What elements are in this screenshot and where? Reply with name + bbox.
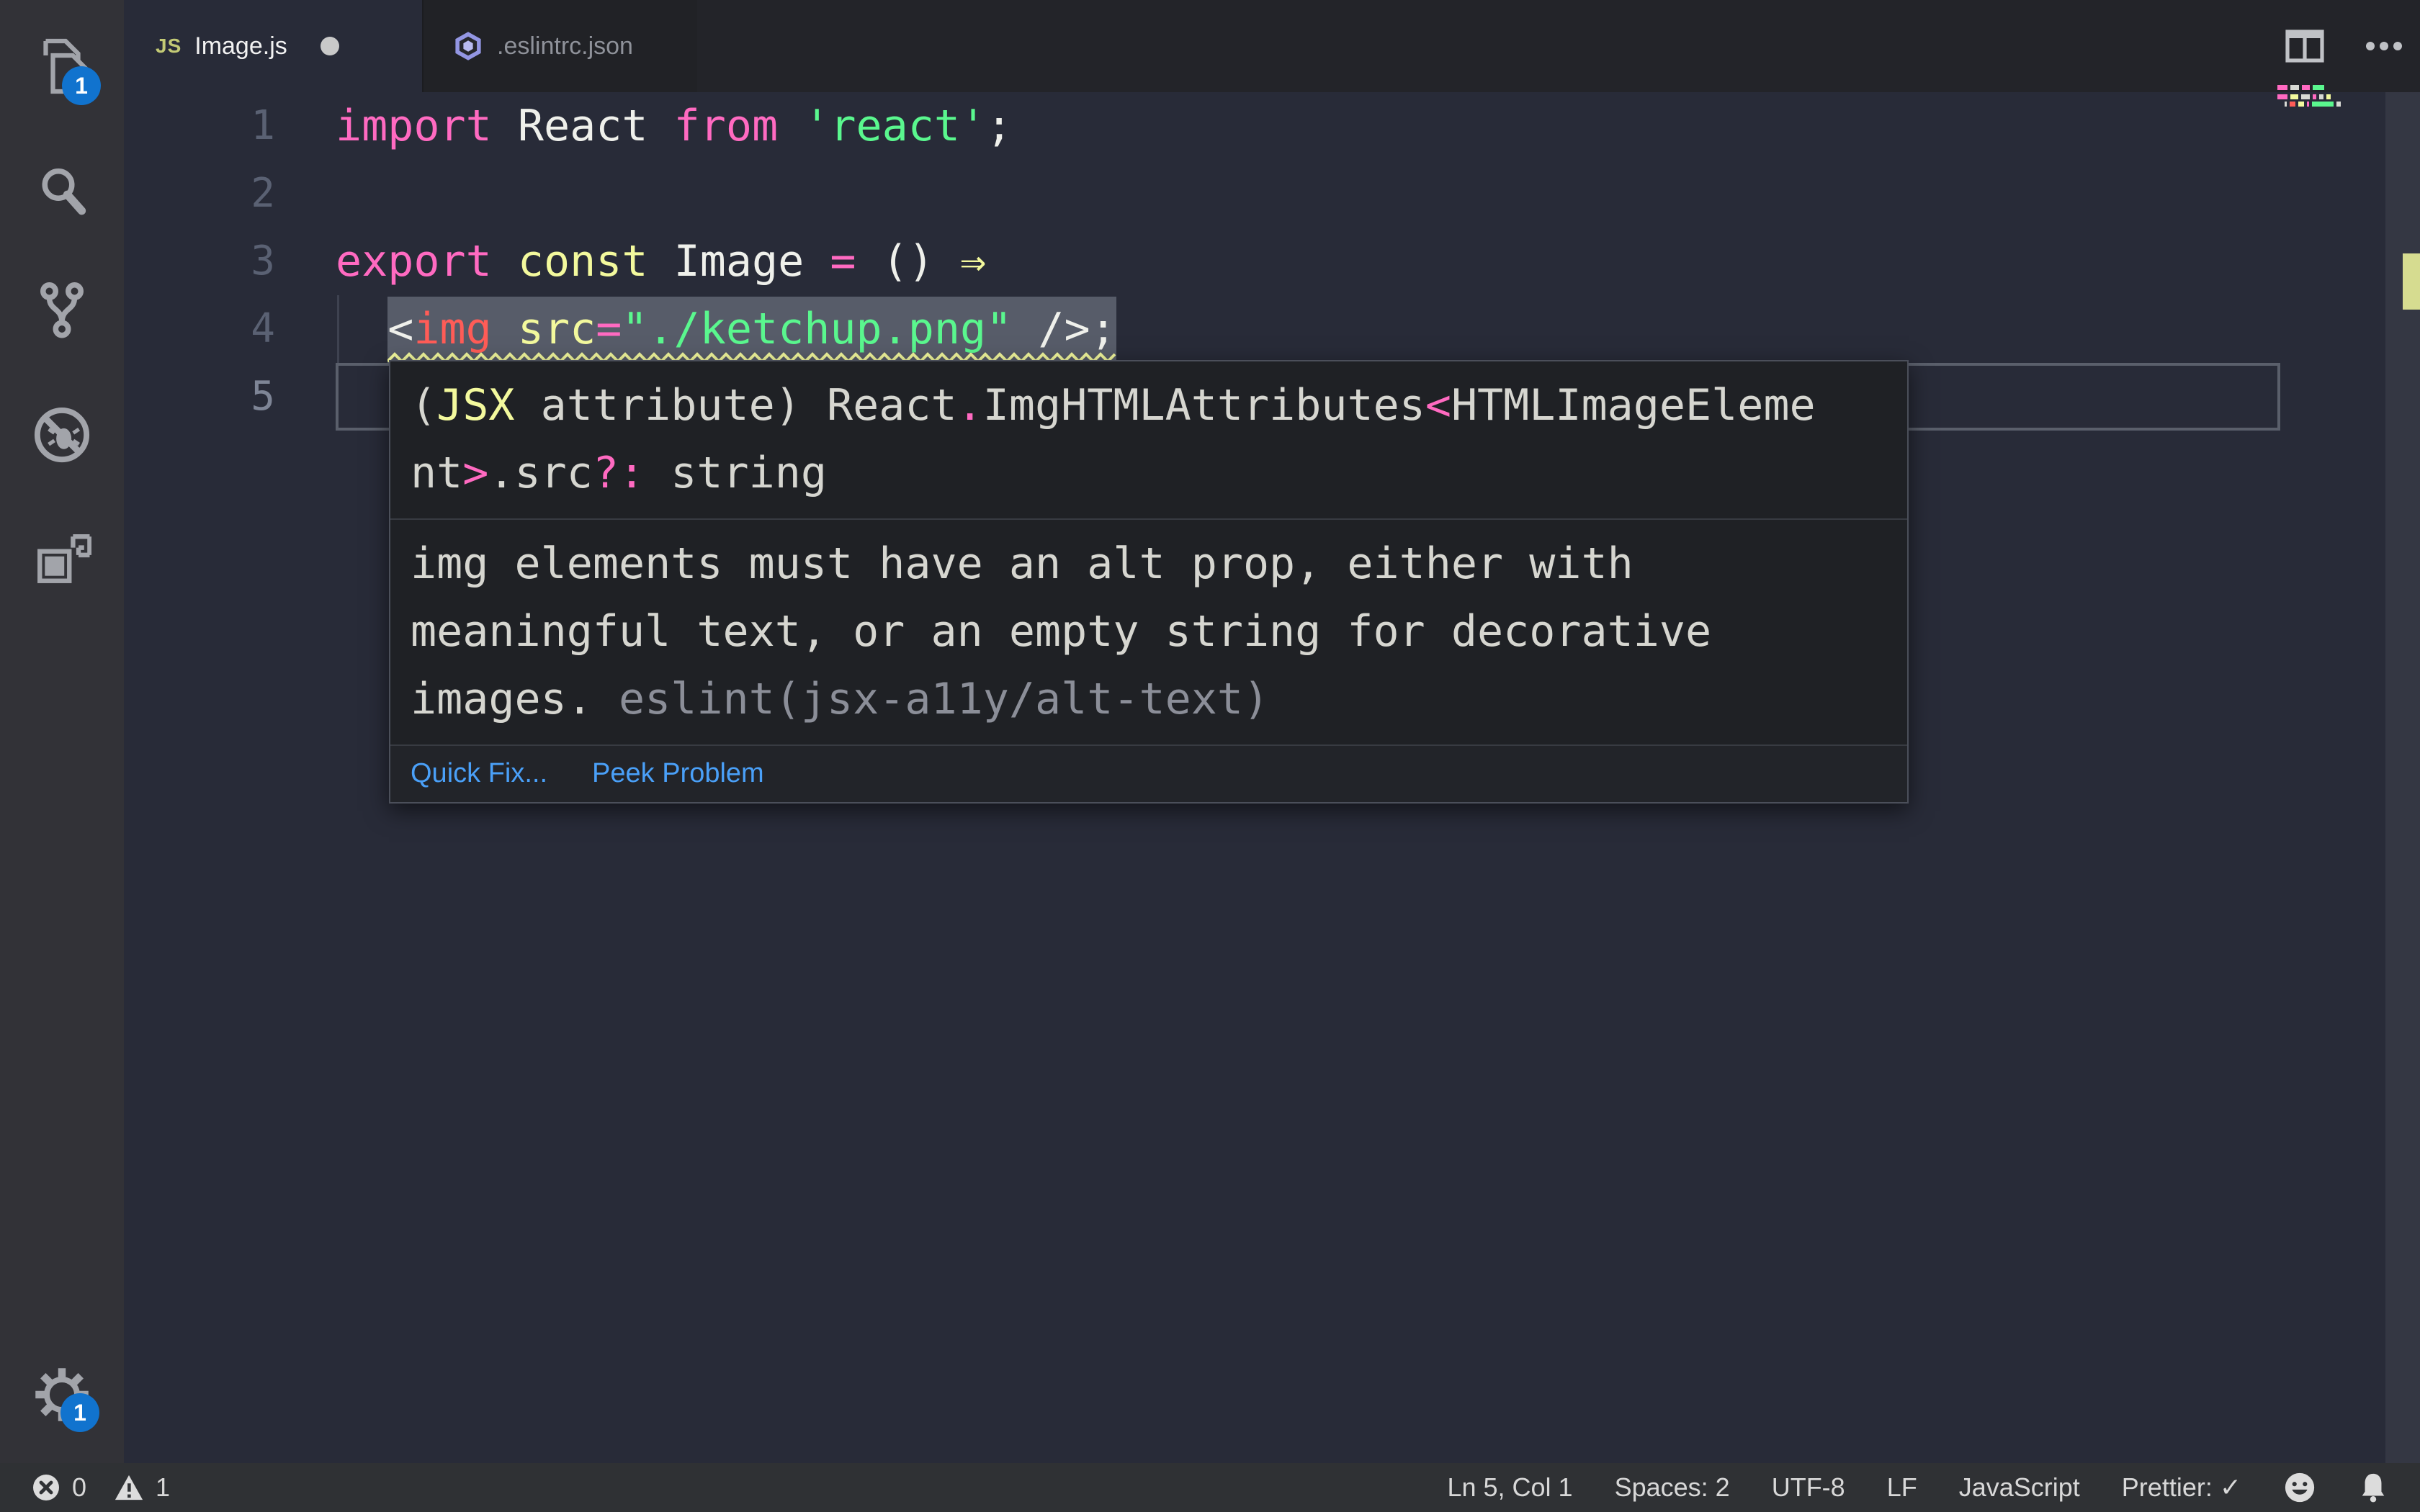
line-number: 3 [251, 238, 275, 284]
vscode-window: 1 1 JS Image.js .eslintrc.json 1 2 3 4 5… [0, 0, 2420, 1512]
search-icon[interactable] [0, 161, 124, 219]
javascript-file-icon: JS [156, 35, 182, 57]
overview-ruler-warning-mark [2403, 253, 2420, 310]
tooltip-message-line: images. eslint(jsx-a11y/alt-text) [411, 674, 1270, 724]
activity-bar: 1 1 [0, 0, 124, 1463]
tooltip-signature-line: (JSX attribute) React.ImgHTMLAttributes<… [411, 380, 1816, 431]
status-item[interactable]: Ln 5, Col 1 [1447, 1472, 1572, 1503]
code-line: export const Image = () ⇒ [336, 236, 987, 287]
source-control-icon[interactable] [0, 282, 124, 340]
notifications-bell-icon[interactable] [2358, 1471, 2388, 1504]
line-number: 2 [251, 170, 275, 217]
tab-eslintrc-json[interactable]: .eslintrc.json [422, 0, 697, 92]
editor-actions [2285, 0, 2403, 92]
code-line: <img src="./ketchup.png" />; [336, 304, 1116, 354]
explorer-badge: 1 [62, 66, 101, 105]
more-actions-icon[interactable] [2365, 41, 2403, 51]
warning-count: 1 [156, 1472, 171, 1502]
tooltip-message: img elements must have an alt prop, eith… [390, 520, 1907, 744]
tab-label: Image.js [194, 32, 287, 60]
settings-badge: 1 [60, 1393, 99, 1432]
status-item[interactable]: UTF-8 [1772, 1472, 1845, 1503]
tooltip-message-line: meaningful text, or an empty string for … [411, 606, 1712, 657]
problems-status[interactable]: 0 1 [0, 1472, 170, 1503]
peek-problem-link[interactable]: Peek Problem [592, 757, 764, 789]
tooltip-signature: (JSX attribute) React.ImgHTMLAttributes<… [390, 361, 1907, 518]
error-count: 0 [72, 1472, 87, 1502]
quick-fix-link[interactable]: Quick Fix... [411, 757, 547, 789]
debug-icon[interactable] [0, 405, 124, 465]
tab-image-js[interactable]: JS Image.js [124, 0, 422, 92]
error-count-icon [32, 1473, 60, 1502]
tab-label: .eslintrc.json [497, 32, 633, 60]
status-item[interactable]: Spaces: 2 [1615, 1472, 1730, 1503]
tooltip-signature-line: nt>.src?: string [411, 448, 827, 498]
tooltip-message-line: img elements must have an alt prop, eith… [411, 539, 1634, 589]
eslint-file-icon [452, 30, 484, 62]
extensions-icon[interactable] [0, 529, 124, 588]
status-item[interactable]: Prettier: ✓ [2122, 1472, 2241, 1503]
line-number: 4 [251, 305, 275, 352]
tooltip-actions: Quick Fix... Peek Problem [390, 744, 1907, 802]
status-item[interactable]: JavaScript [1959, 1472, 2080, 1503]
status-bar: 0 1 Ln 5, Col 1 Spaces: 2 UTF-8 LF JavaScrip… [0, 1463, 2420, 1512]
minimap-line [2277, 94, 2331, 99]
minimap-line [2277, 85, 2324, 90]
modified-dot-icon[interactable] [320, 37, 339, 55]
warning-count-icon [114, 1473, 144, 1502]
minimap-line [2285, 102, 2341, 107]
code-line: import React from 'react'; [336, 101, 1013, 151]
line-number: 1 [251, 102, 275, 149]
hover-tooltip: (JSX attribute) React.ImgHTMLAttributes<… [389, 360, 1909, 804]
feedback-smiley-icon[interactable] [2283, 1471, 2316, 1504]
tab-bar: JS Image.js .eslintrc.json [124, 0, 2420, 92]
status-item[interactable]: LF [1887, 1472, 1917, 1503]
line-number: 5 [251, 373, 275, 420]
status-right: Ln 5, Col 1 Spaces: 2 UTF-8 LF JavaScript Pre… [1447, 1471, 2420, 1504]
split-editor-icon[interactable] [2285, 29, 2325, 63]
